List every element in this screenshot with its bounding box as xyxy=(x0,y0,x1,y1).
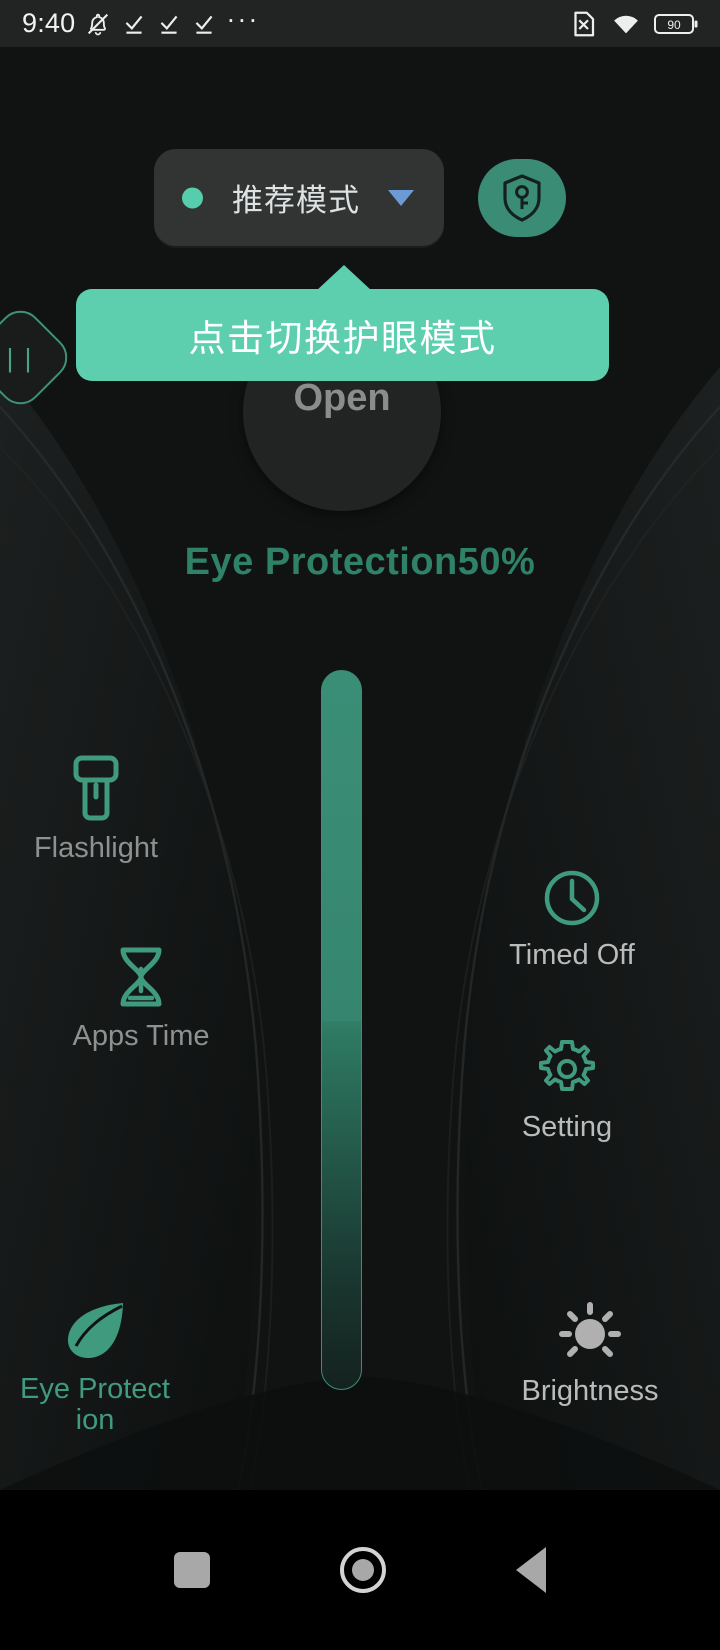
tooltip-arrow xyxy=(316,265,372,291)
back-triangle-icon[interactable] xyxy=(516,1547,546,1593)
tooltip-box[interactable]: 点击切换护眼模式 xyxy=(76,289,609,381)
home-circle-icon[interactable] xyxy=(340,1547,386,1593)
task-done-icon xyxy=(126,15,143,34)
recents-square-icon[interactable] xyxy=(174,1552,210,1588)
flashlight-icon xyxy=(73,755,119,821)
brightness-button[interactable]: Brightness xyxy=(495,1300,685,1407)
sun-brightness-icon xyxy=(559,1302,621,1357)
hourglass-icon xyxy=(120,947,162,1007)
status-overflow-icon: ··· xyxy=(226,3,260,34)
eye-protection-readout: Eye Protection50% xyxy=(184,541,536,583)
task-done-icon xyxy=(196,15,213,34)
status-clock: 9:40 xyxy=(22,8,76,38)
shield-toggle-button[interactable] xyxy=(478,158,566,237)
mode-status-dot xyxy=(182,187,203,208)
status-bar: 9:40 ··· 90 xyxy=(0,0,720,47)
wifi-icon xyxy=(614,15,638,33)
gear-icon xyxy=(539,1040,595,1091)
tooltip-hint[interactable]: 点击切换护眼模式 xyxy=(76,265,609,381)
chevron-down-icon[interactable] xyxy=(388,189,414,206)
home-inner-dot xyxy=(352,1559,374,1581)
slider-filled-track xyxy=(322,671,361,1021)
mode-dropdown[interactable]: 推荐模式 xyxy=(154,149,444,246)
eye-protection-slider[interactable] xyxy=(321,670,362,1390)
timed-off-label: Timed Off xyxy=(509,939,635,971)
power-toggle-label: Open xyxy=(293,376,391,419)
status-bar-left: 9:40 ··· xyxy=(22,3,260,39)
apps-time-label: Apps Time xyxy=(72,1020,210,1052)
setting-label: Setting xyxy=(521,1111,613,1143)
mode-selector-row: 推荐模式 xyxy=(0,149,720,246)
brightness-label: Brightness xyxy=(521,1375,659,1407)
battery-level-text: 90 xyxy=(667,18,681,32)
flashlight-label: Flashlight xyxy=(33,832,159,864)
leaf-icon xyxy=(67,1303,123,1358)
tooltip-text: 点击切换护眼模式 xyxy=(188,318,497,359)
flashlight-button[interactable]: Flashlight xyxy=(1,755,191,864)
timed-off-button[interactable]: Timed Off xyxy=(477,868,667,971)
android-nav-bar xyxy=(0,1490,720,1650)
status-bar-right: 90 xyxy=(568,9,698,39)
battery-icon: 90 xyxy=(654,13,698,34)
apps-time-button[interactable]: Apps Time xyxy=(46,945,236,1052)
clock-icon xyxy=(544,870,600,926)
no-sim-icon xyxy=(574,11,595,36)
task-done-icon xyxy=(161,15,178,34)
pause-grip-icon: | | xyxy=(7,342,34,373)
silent-mode-icon xyxy=(88,13,109,35)
eye-protection-label: Eye Protection xyxy=(20,1373,170,1437)
eye-protection-button[interactable]: Eye Protection xyxy=(0,1300,190,1437)
setting-button[interactable]: Setting xyxy=(472,1038,662,1143)
eye-protection-app-screen: 9:40 ··· 90 推荐模式 Open 点击切换护眼模式 Eye Prote… xyxy=(0,0,720,1650)
shield-key-icon xyxy=(503,173,541,222)
